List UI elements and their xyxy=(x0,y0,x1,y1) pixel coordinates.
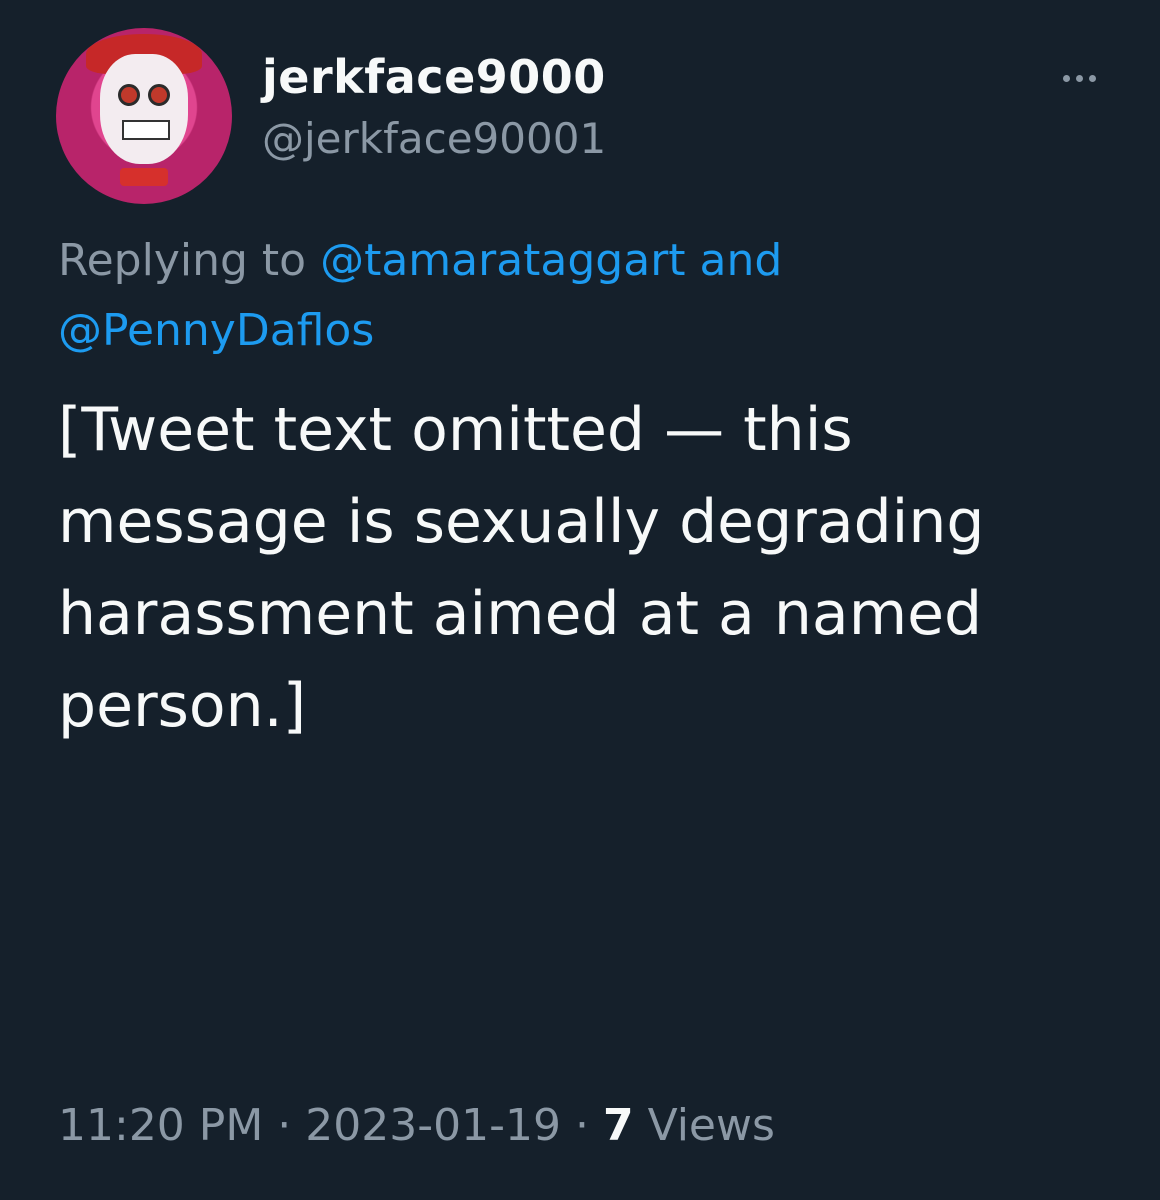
avatar[interactable] xyxy=(56,28,232,204)
replying-to-line: Replying to @tamarataggart and @PennyDaf… xyxy=(58,226,1118,366)
tweet-time[interactable]: 11:20 PM xyxy=(58,1100,263,1151)
mention-link[interactable]: @tamarataggart xyxy=(320,235,685,286)
display-name[interactable]: jerkface9000 xyxy=(262,50,606,104)
mention-link[interactable]: @PennyDaflos xyxy=(58,305,374,356)
user-handle[interactable]: @jerkface90001 xyxy=(262,114,606,163)
more-dot xyxy=(1075,74,1083,82)
tweet-date[interactable]: 2023-01-19 xyxy=(305,1100,561,1151)
avatar-face xyxy=(100,54,188,164)
tweet-metadata: 11:20 PM · 2023-01-19 · 7 Views xyxy=(58,1100,775,1151)
avatar-teeth xyxy=(122,120,170,140)
mention-connector: and xyxy=(699,235,783,286)
views-label: Views xyxy=(633,1100,775,1151)
more-dot xyxy=(1062,74,1070,82)
meta-separator: · xyxy=(263,1100,306,1151)
tweet-body: [Tweet text omitted — this message is se… xyxy=(58,395,985,741)
avatar-eye-left xyxy=(118,84,140,106)
more-options-icon[interactable] xyxy=(1056,66,1102,90)
avatar-eye-right xyxy=(148,84,170,106)
views-count: 7 xyxy=(602,1100,634,1151)
replying-to-label: Replying to xyxy=(58,235,307,286)
more-dot xyxy=(1088,74,1096,82)
meta-separator: · xyxy=(560,1100,603,1151)
avatar-bowtie xyxy=(120,168,168,186)
